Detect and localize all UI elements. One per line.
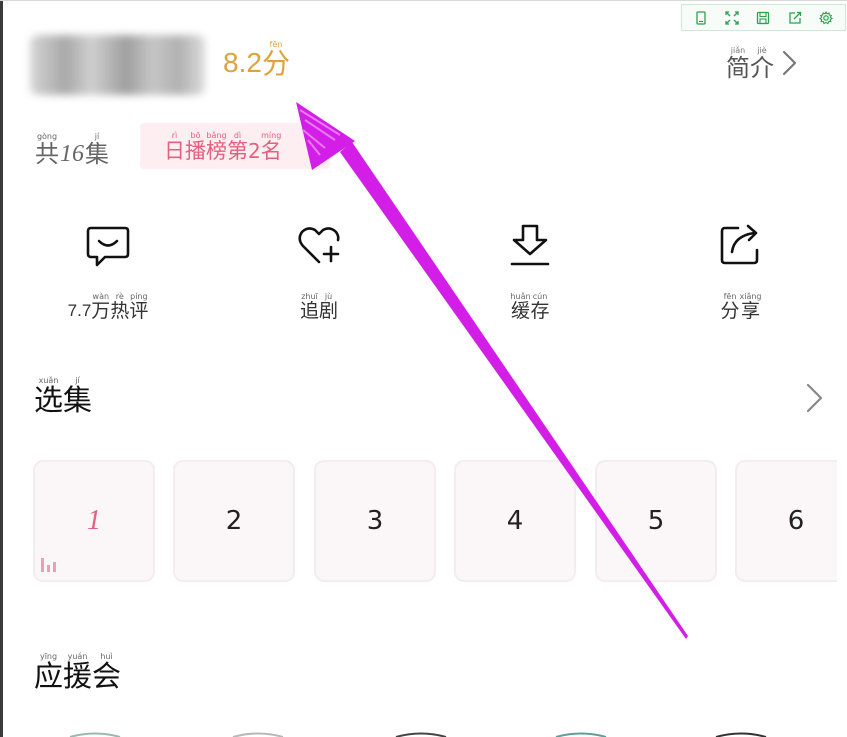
download-icon (505, 220, 555, 270)
episode-number: 6 (787, 506, 805, 536)
badge-char: rì 日 (164, 130, 185, 163)
phone-icon[interactable] (690, 8, 712, 28)
score-unit: fēn 分 (261, 40, 290, 80)
title-char: yuán 援 (63, 652, 93, 693)
settings-icon[interactable] (815, 8, 837, 28)
cache-button[interactable]: huǎn 缓 cún 存 (465, 220, 595, 322)
playing-indicator-icon (41, 558, 56, 572)
episode-tile[interactable]: 2 (173, 460, 295, 582)
select-episodes-title: xuǎn 选 jí 集 (34, 376, 92, 417)
heart-plus-icon (294, 220, 344, 270)
episode-tile[interactable]: 5 (595, 460, 717, 582)
share-label: fēn 分 xiǎng 享 (720, 292, 761, 322)
follow-button[interactable]: zhuī 追 jù 剧 (254, 220, 384, 322)
episode-count: gòng 共 16 jí 集 (35, 132, 109, 167)
share-out-icon[interactable] (784, 8, 806, 28)
chevron-right-icon[interactable] (803, 382, 825, 418)
episode-tile[interactable]: 6 (735, 460, 837, 582)
share-button[interactable]: fēn 分 xiǎng 享 (676, 220, 806, 322)
episode-number: 5 (647, 506, 665, 536)
title-char: jí 集 (63, 376, 93, 417)
cache-label: huǎn 缓 cún 存 (510, 292, 549, 322)
label-char: píng 评 (129, 292, 149, 322)
intro-char: jiè 介 (750, 46, 774, 82)
title-char: huì 会 (92, 652, 122, 693)
rank-badge[interactable]: rì 日 bō 播 bǎng 榜 dì 第 2 míng 名 (140, 123, 330, 169)
follow-label: zhuī 追 jù 剧 (300, 292, 338, 322)
label-char: cún 存 (530, 292, 550, 322)
episode-tile[interactable]: 4 (454, 460, 576, 582)
bottom-avatars (69, 732, 767, 737)
score-value: 8.2 (223, 46, 262, 78)
annotation-arrow (296, 102, 688, 639)
label-char: jù 剧 (319, 292, 339, 322)
count-number: 16 (60, 141, 84, 168)
rating-score: 8.2 fēn 分 (223, 40, 290, 80)
comment-bubble-icon (83, 220, 133, 270)
support-club-title: yīng 应 yuán 援 huì 会 (34, 652, 121, 693)
window-left-edge (0, 0, 3, 737)
badge-char: bō 播 (185, 130, 206, 163)
rank-number: 2 (248, 139, 261, 163)
intro-link[interactable]: jiǎn 简 jiè 介 (726, 46, 798, 81)
episode-list: 1 2 3 4 5 6 (33, 460, 837, 583)
count-suffix: jí 集 (85, 132, 109, 168)
episode-number: 3 (366, 506, 384, 536)
label-char: rè 热 (110, 292, 130, 322)
label-char: wàn 万 (91, 292, 111, 322)
episode-number: 1 (87, 505, 101, 536)
badge-char: bǎng 榜 (206, 130, 227, 163)
share-icon (716, 220, 766, 270)
badge-char: míng 名 (260, 130, 282, 163)
count-prefix: gòng 共 (35, 132, 59, 168)
intro-char: jiǎn 简 (726, 46, 750, 82)
label-char: zhuī 追 (299, 292, 319, 322)
title-char: yīng 应 (34, 652, 64, 693)
comments-button[interactable]: 7.7 wàn 万 rè 热 píng 评 (43, 220, 173, 322)
episode-tile[interactable]: 3 (314, 460, 436, 582)
episode-tile[interactable]: 1 (33, 460, 155, 582)
episode-number: 4 (506, 506, 524, 536)
label-char: xiǎng 享 (739, 292, 762, 322)
comments-label: 7.7 wàn 万 rè 热 píng 评 (67, 292, 149, 322)
save-icon[interactable] (752, 8, 774, 28)
fullscreen-icon[interactable] (721, 8, 743, 28)
label-char: huǎn 缓 (510, 292, 531, 322)
top-divider (0, 0, 847, 1)
blurred-title (30, 35, 205, 95)
episode-number: 2 (225, 506, 243, 536)
floating-toolbar (681, 4, 846, 31)
chevron-right-icon (780, 49, 798, 81)
badge-char: dì 第 (227, 130, 248, 163)
title-char: xuǎn 选 (34, 376, 64, 417)
label-char: fēn 分 (720, 292, 740, 322)
